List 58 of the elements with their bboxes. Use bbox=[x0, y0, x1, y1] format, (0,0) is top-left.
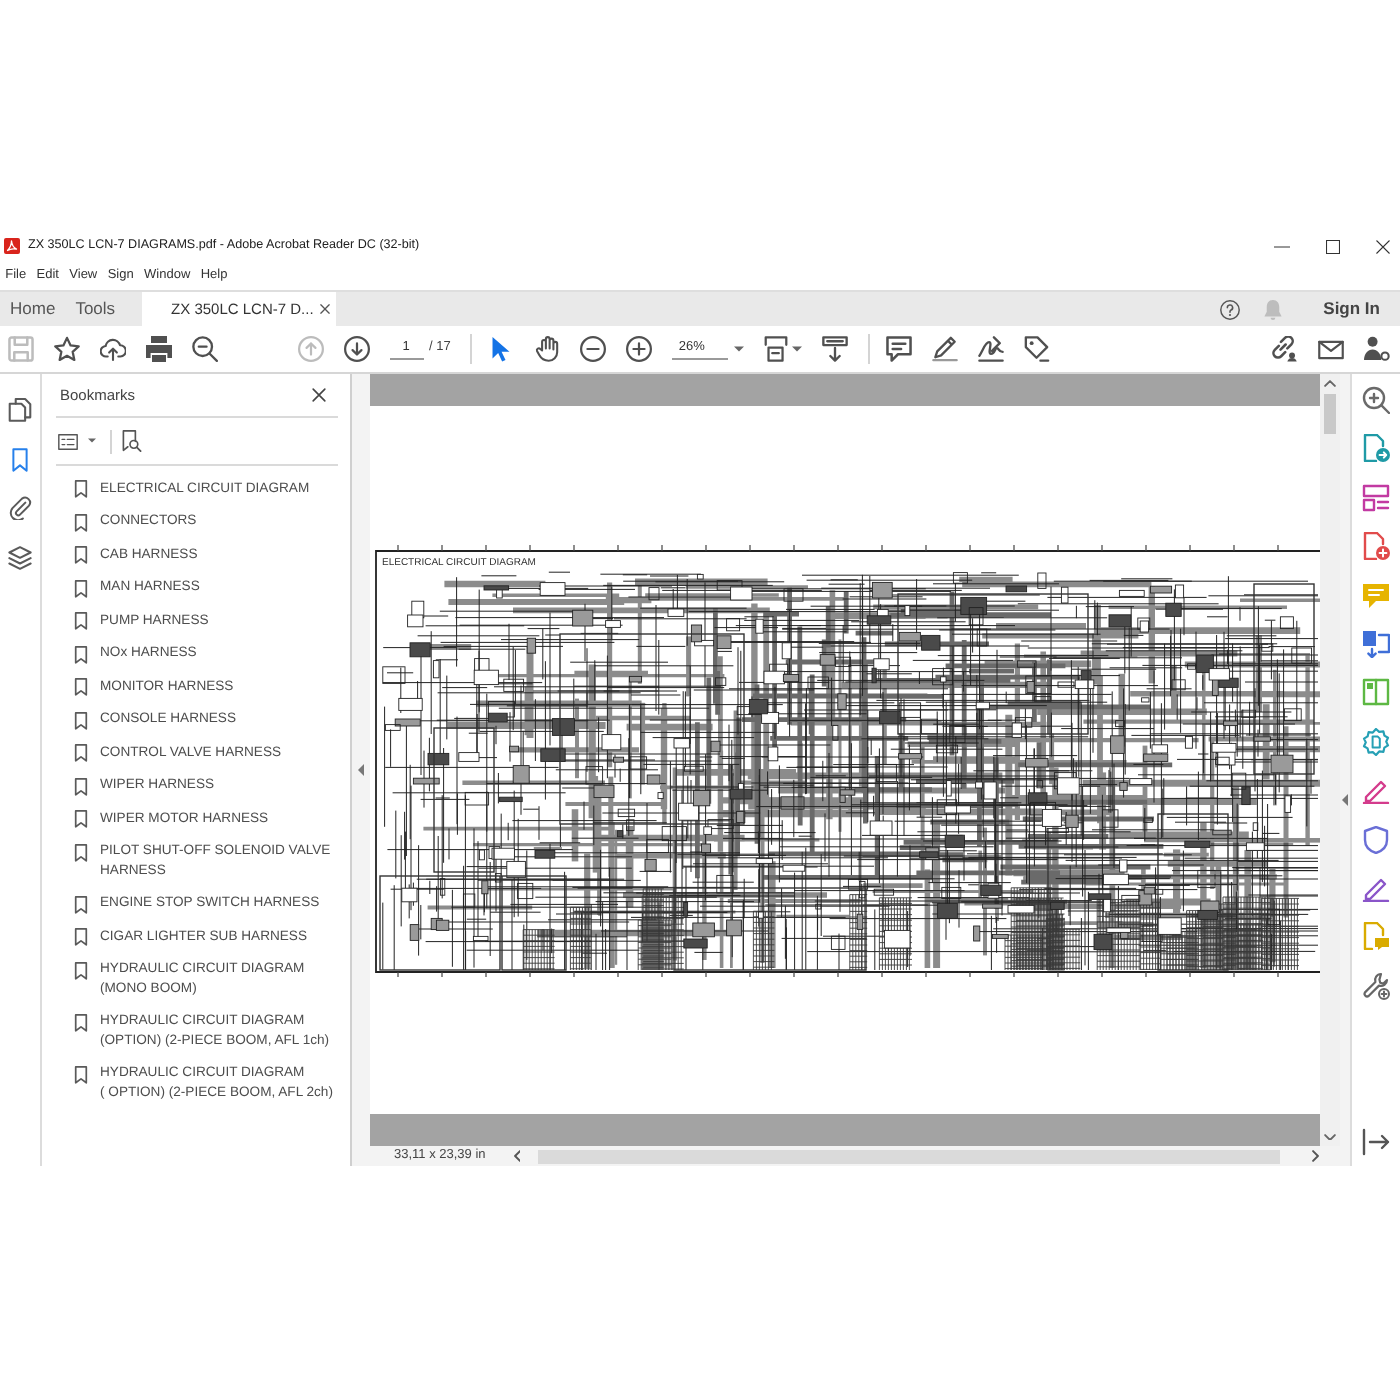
star-icon[interactable] bbox=[53, 336, 79, 362]
maximize-icon[interactable] bbox=[1326, 239, 1340, 253]
shield-icon[interactable] bbox=[1362, 825, 1390, 854]
zoom-out-icon[interactable] bbox=[580, 336, 607, 362]
minimize-icon[interactable] bbox=[1274, 245, 1290, 247]
comment-icon[interactable] bbox=[886, 336, 913, 362]
scroll-left-icon[interactable] bbox=[513, 1150, 521, 1162]
document-add-icon[interactable] bbox=[1362, 532, 1390, 561]
layers-icon[interactable] bbox=[8, 545, 32, 569]
scroll-right-icon[interactable] bbox=[1312, 1150, 1320, 1162]
hand-icon[interactable] bbox=[534, 336, 561, 362]
wrench-icon[interactable] bbox=[1362, 971, 1390, 1000]
signature-icon[interactable] bbox=[978, 336, 1005, 362]
document-gear-icon[interactable] bbox=[1362, 727, 1390, 756]
cursor-icon[interactable] bbox=[488, 336, 515, 362]
close-icon[interactable] bbox=[312, 388, 326, 402]
bookmark-search-icon[interactable] bbox=[122, 430, 142, 452]
caret-icon[interactable] bbox=[792, 346, 803, 352]
sign-in-link[interactable]: Sign In bbox=[1323, 296, 1380, 322]
zoom-in-icon[interactable] bbox=[626, 336, 653, 362]
pages-grid-icon[interactable] bbox=[1362, 483, 1390, 512]
scroll-up-icon[interactable] bbox=[1324, 380, 1336, 387]
printer-icon[interactable] bbox=[145, 336, 171, 362]
tab[interactable]: Tools bbox=[65, 292, 126, 326]
scroll-down-icon[interactable] bbox=[1324, 1133, 1336, 1140]
fit-page-icon[interactable] bbox=[764, 336, 789, 362]
scroll-mode-icon[interactable] bbox=[822, 336, 849, 362]
caret-icon[interactable] bbox=[734, 346, 745, 352]
mail-icon[interactable] bbox=[1317, 339, 1343, 359]
document-export-icon[interactable] bbox=[1362, 434, 1390, 463]
bookmark-icon[interactable] bbox=[8, 447, 32, 471]
app-icon bbox=[4, 238, 20, 254]
pages-icon[interactable] bbox=[8, 398, 32, 422]
tag-icon[interactable] bbox=[1024, 336, 1051, 362]
bookmark-icon bbox=[74, 1065, 88, 1083]
pen-icon[interactable] bbox=[1362, 873, 1390, 902]
paperclip-icon[interactable] bbox=[8, 496, 32, 520]
search-icon[interactable] bbox=[1362, 386, 1390, 414]
cloud-upload-icon[interactable] bbox=[99, 336, 125, 362]
search-icon[interactable] bbox=[191, 336, 217, 362]
link-icon[interactable] bbox=[1271, 336, 1297, 362]
collapse-arrow-icon[interactable] bbox=[1342, 794, 1348, 806]
documents-merge-icon[interactable] bbox=[1362, 629, 1390, 658]
tab[interactable]: Home bbox=[0, 292, 66, 326]
caret-icon[interactable] bbox=[88, 438, 96, 444]
scrollbar-thumb[interactable] bbox=[538, 1149, 1281, 1163]
options-icon[interactable] bbox=[58, 433, 78, 449]
help-icon[interactable] bbox=[1219, 299, 1240, 319]
collapse-arrow-icon[interactable] bbox=[358, 764, 364, 776]
bookmark-icon bbox=[74, 1013, 88, 1031]
scrollbar-thumb[interactable] bbox=[1324, 393, 1336, 433]
close-icon[interactable] bbox=[319, 304, 330, 314]
collapse-panel-icon[interactable] bbox=[1362, 1128, 1390, 1156]
arrow-down-icon[interactable] bbox=[343, 336, 369, 362]
close-icon[interactable] bbox=[1376, 239, 1390, 253]
pen-icon[interactable] bbox=[1362, 776, 1390, 805]
user-settings-icon[interactable] bbox=[1363, 336, 1389, 362]
pen-icon[interactable] bbox=[932, 336, 959, 362]
